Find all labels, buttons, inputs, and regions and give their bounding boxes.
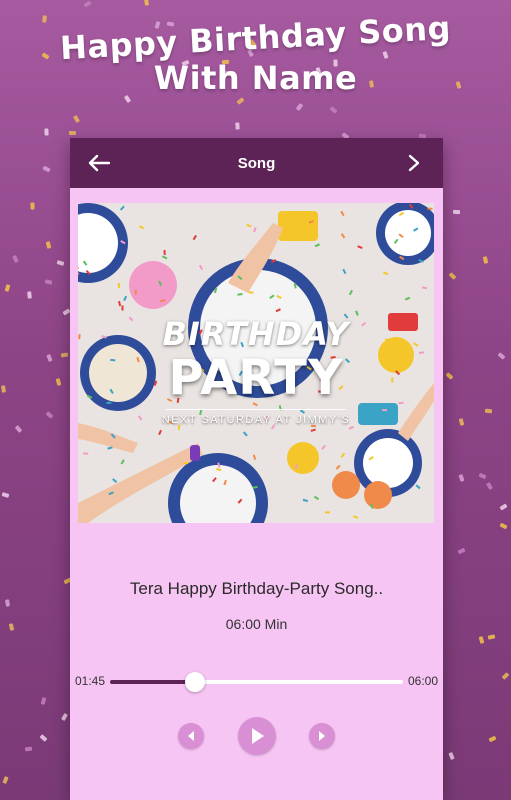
app-screen: Song BIRTHDAY PARTY NEXT SATURDAY AT JIM… [70, 138, 443, 800]
progress-row: 01:45 06:00 [70, 672, 443, 692]
play-button[interactable] [238, 717, 276, 755]
confetti-piece [55, 378, 62, 386]
confetti-piece [488, 735, 497, 743]
chevron-right-icon [408, 154, 420, 172]
cover-title: BIRTHDAY PARTY NEXT SATURDAY AT JIMMY'S [78, 315, 434, 426]
cover-subtitle: NEXT SATURDAY AT JIMMY'S [161, 414, 351, 426]
confetti-piece [42, 166, 51, 173]
confetti-piece [83, 0, 92, 8]
confetti-piece [446, 372, 454, 381]
confetti-piece [46, 353, 53, 362]
sprinkle [183, 462, 189, 465]
sprinkle [325, 511, 330, 514]
confetti-piece [452, 210, 460, 215]
confetti-piece [72, 114, 80, 123]
song-title: Tera Happy Birthday-Party Song.. [129, 579, 384, 598]
confetti-piece [69, 130, 76, 135]
song-duration: 06:00 Min [225, 616, 288, 632]
confetti-piece [40, 696, 47, 705]
confetti-piece [448, 751, 455, 760]
confetti-piece [62, 308, 71, 316]
confetti-piece [12, 255, 19, 264]
confetti-piece [60, 712, 68, 721]
confetti-piece [458, 474, 465, 483]
confetti-piece [484, 408, 492, 414]
confetti-piece [144, 0, 150, 6]
cover-title-word2: PARTY [168, 350, 344, 406]
confetti-piece [9, 623, 15, 631]
forward-button[interactable] [399, 148, 429, 178]
next-icon [319, 731, 325, 741]
album-cover: BIRTHDAY PARTY NEXT SATURDAY AT JIMMY'S [78, 203, 434, 523]
confetti-piece [14, 424, 22, 433]
confetti-piece [45, 411, 54, 419]
confetti-piece [497, 352, 506, 361]
confetti-piece [458, 417, 464, 426]
confetti-piece [501, 672, 510, 681]
cover-divider [166, 409, 346, 410]
confetti-piece [499, 503, 508, 511]
confetti-piece [234, 122, 240, 131]
confetti-piece [25, 746, 33, 751]
elapsed-time: 01:45 [75, 674, 106, 688]
app-bar: Song [70, 138, 443, 188]
prev-icon [188, 731, 194, 741]
app-bar-title: Song [237, 154, 276, 172]
confetti-piece [5, 599, 11, 608]
back-button[interactable] [84, 148, 114, 178]
confetti-piece [457, 547, 466, 555]
confetti-piece [1, 385, 7, 394]
confetti-piece [487, 634, 496, 640]
confetti-piece [448, 271, 457, 280]
confetti-piece [4, 284, 10, 292]
seek-bar[interactable] [110, 672, 403, 692]
seek-bar-thumb[interactable] [184, 672, 205, 692]
confetti-piece [45, 240, 51, 249]
arrow-left-icon [88, 154, 110, 172]
sprinkle [121, 305, 124, 311]
seek-bar-fill [110, 680, 195, 684]
confetti-piece [44, 128, 49, 136]
confetti-piece [485, 482, 493, 491]
confetti-piece [478, 636, 485, 644]
sprinkle [83, 452, 89, 455]
confetti-piece [236, 97, 245, 106]
confetti-piece [483, 256, 489, 265]
confetti-piece [56, 259, 65, 266]
confetti-piece [499, 522, 508, 530]
confetti-piece [478, 472, 487, 479]
cover-title-word1: BIRTHDAY [162, 315, 350, 353]
play-icon [252, 728, 264, 744]
previous-button[interactable] [178, 723, 204, 749]
sprinkle [427, 207, 433, 210]
confetti-piece [1, 491, 10, 498]
confetti-piece [27, 291, 32, 300]
confetti-piece [60, 352, 69, 358]
confetti-piece [295, 102, 303, 111]
total-time: 06:00 [407, 674, 438, 688]
playback-controls [70, 717, 443, 758]
confetti-piece [2, 775, 9, 784]
sprinkle [134, 289, 137, 295]
confetti-piece [30, 202, 35, 210]
confetti-piece [329, 106, 338, 114]
confetti-piece [39, 734, 48, 743]
confetti-piece [44, 279, 53, 286]
next-button[interactable] [309, 723, 335, 749]
headline: Happy Birthday Song With Name [0, 9, 511, 98]
